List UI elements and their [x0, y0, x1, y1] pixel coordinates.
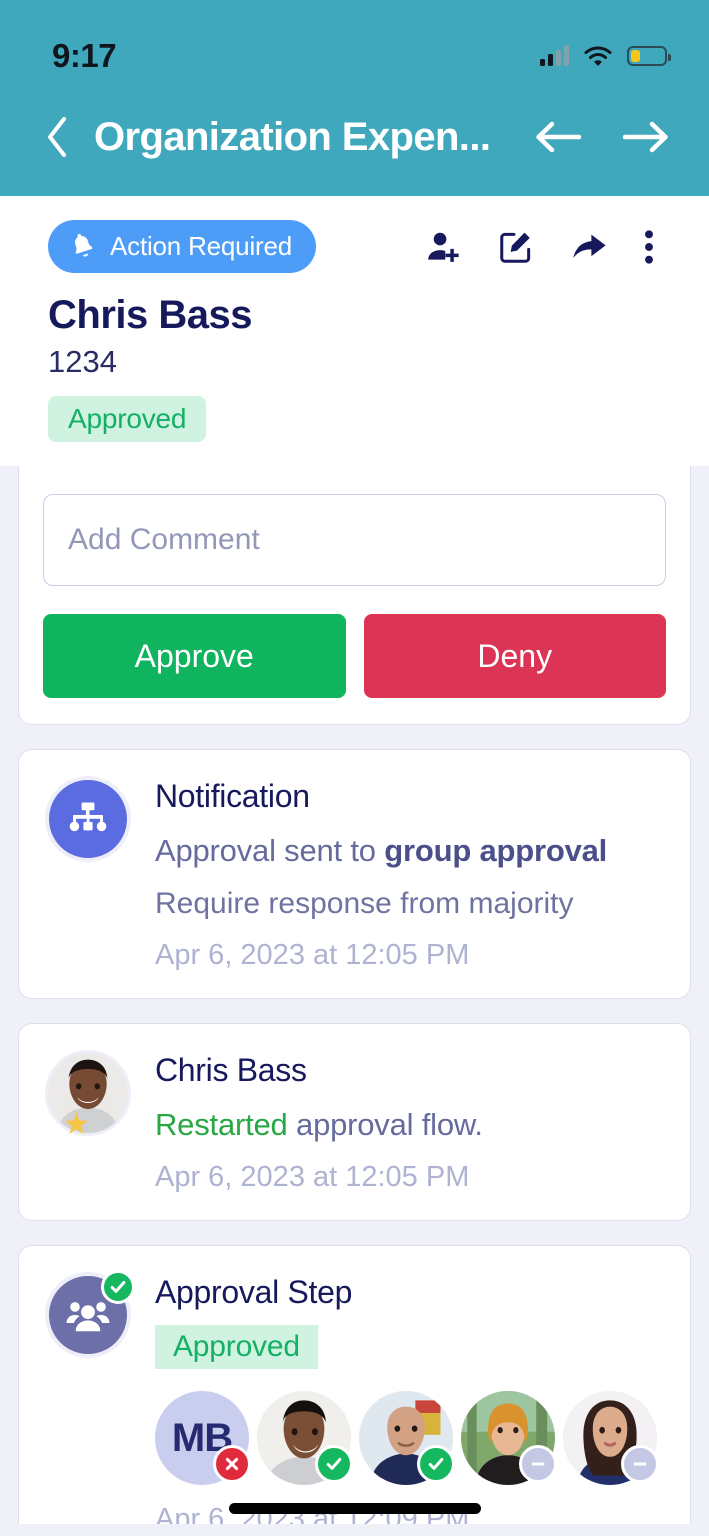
- timeline-item-body: Notification Approval sent to group appr…: [155, 776, 666, 972]
- approval-action-card: Add Comment Approve Deny: [18, 466, 691, 725]
- detail-header-row: Action Required: [48, 220, 661, 273]
- approver-avatar[interactable]: [461, 1391, 557, 1485]
- nav-bar: Organization Expen...: [0, 86, 709, 196]
- status-bar: 9:17: [0, 0, 709, 86]
- check-circle-icon: [315, 1445, 353, 1483]
- detail-header: Action Required Chris Bass 1234 Approved: [0, 196, 709, 472]
- timeline-item-icon-wrap: [45, 1270, 135, 1358]
- timeline-item-user-action[interactable]: ★ Chris Bass Restarted approval flow. Ap…: [18, 1023, 691, 1221]
- timeline-item-title: Approval Step: [155, 1274, 353, 1310]
- timeline-item-timestamp: Apr 6, 2023 at 12:05 PM: [155, 939, 470, 971]
- page-subject-name: Chris Bass: [48, 293, 252, 337]
- deny-button[interactable]: Deny: [363, 614, 666, 698]
- approver-avatar[interactable]: [359, 1391, 455, 1485]
- approved-badge: Approved: [48, 396, 207, 442]
- status-badge-label: Action Required: [110, 231, 292, 261]
- approval-step-status-badge: Approved: [155, 1325, 318, 1369]
- approve-button[interactable]: Approve: [43, 614, 346, 698]
- x-circle-icon: [213, 1445, 251, 1483]
- arrow-left-icon[interactable]: [531, 116, 585, 158]
- chevron-left-icon[interactable]: [44, 115, 70, 159]
- app-root: 9:17 Organization Expen... Action Requir…: [0, 0, 709, 1536]
- check-circle-icon: [417, 1445, 455, 1483]
- timeline-item-action-rest: approval flow.: [287, 1107, 483, 1142]
- approval-buttons: Approve Deny: [43, 614, 666, 698]
- timeline-item-description-target: group approval: [384, 833, 608, 868]
- timeline-item-body: Chris Bass Restarted approval flow. Apr …: [155, 1050, 666, 1194]
- page-title: Organization Expen...: [94, 114, 491, 159]
- comment-input[interactable]: Add Comment: [43, 494, 666, 586]
- battery-low-icon: [627, 46, 671, 66]
- timeline-item-description: Approval sent to group approval: [155, 833, 666, 869]
- timeline-item-title: Notification: [155, 778, 310, 814]
- sitemap-icon: [45, 776, 131, 862]
- home-indicator[interactable]: [228, 1503, 481, 1514]
- timeline-item-notification[interactable]: Notification Approval sent to group appr…: [18, 749, 691, 999]
- record-number: 1234: [48, 344, 117, 379]
- timeline-item-subtext: Require response from majority: [155, 887, 574, 920]
- timeline-item-avatar-wrap: ★: [45, 1050, 131, 1140]
- timeline-item-timestamp: Apr 6, 2023 at 12:05 PM: [155, 1161, 470, 1193]
- timeline-item-description: Restarted approval flow.: [155, 1107, 666, 1143]
- detail-header-actions: [425, 228, 661, 266]
- approver-avatar[interactable]: [563, 1391, 659, 1485]
- bell-icon: [68, 232, 98, 262]
- timeline-item-description-prefix: Approval sent to: [155, 833, 385, 868]
- check-circle-icon: [101, 1270, 135, 1304]
- arrow-right-icon[interactable]: [619, 116, 673, 158]
- approver-avatar-stack: MB: [155, 1391, 666, 1485]
- status-badge[interactable]: Action Required: [48, 220, 316, 273]
- content-scroll-area[interactable]: Add Comment Approve Deny Notification Ap…: [0, 466, 709, 1536]
- more-options-icon[interactable]: [643, 228, 655, 266]
- status-bar-clock: 9:17: [52, 37, 117, 74]
- forward-icon[interactable]: [569, 228, 609, 266]
- wifi-icon: [583, 45, 613, 67]
- comment-input-placeholder: Add Comment: [68, 523, 260, 556]
- timeline-item-approval-step[interactable]: Approval Step Approved MB Apr 6, 2023 at…: [18, 1245, 691, 1536]
- timeline-item-title: Chris Bass: [155, 1052, 307, 1088]
- status-bar-icons: [540, 45, 671, 67]
- minus-circle-icon: [519, 1445, 557, 1483]
- cellular-signal-icon: [540, 45, 569, 66]
- add-person-icon[interactable]: [425, 228, 463, 266]
- bottom-strip: [0, 1524, 709, 1536]
- approver-avatar[interactable]: MB: [155, 1391, 251, 1485]
- timeline-item-icon-wrap: [45, 776, 131, 862]
- timeline-item-body: Approval Step Approved MB Apr 6, 2023 at…: [155, 1272, 666, 1536]
- approver-avatar[interactable]: [257, 1391, 353, 1485]
- minus-circle-icon: [621, 1445, 659, 1483]
- edit-icon[interactable]: [497, 228, 535, 266]
- timeline-item-action-word: Restarted: [155, 1107, 288, 1142]
- star-icon: ★: [63, 1108, 90, 1141]
